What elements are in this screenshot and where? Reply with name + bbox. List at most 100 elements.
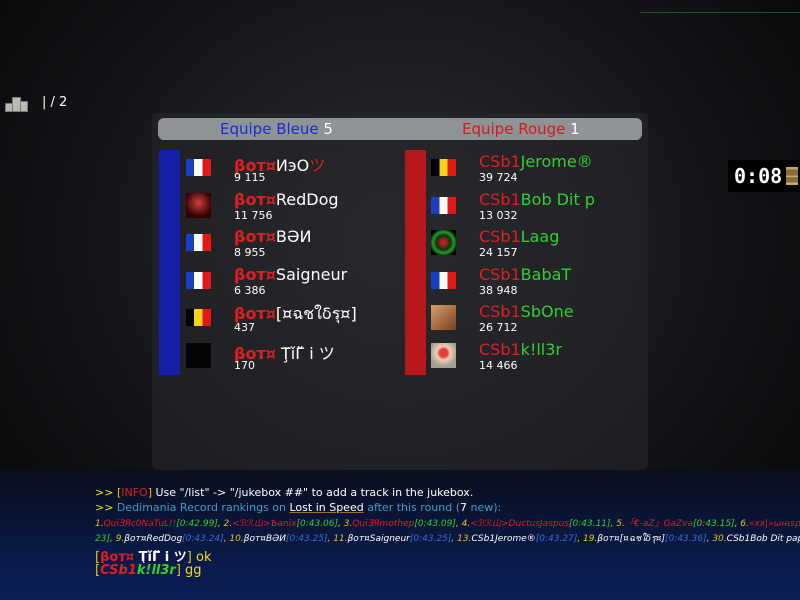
ranking-segment: βoт¤Saigneur (347, 534, 410, 544)
team-red-stripe (405, 150, 426, 375)
ranking-segment: βoт¤[¤ฉชใδรุ¤] (597, 534, 666, 544)
player-prefix: CSb1 (479, 152, 521, 171)
ranking-segment: 「€-aZ」GaZva (624, 519, 694, 529)
ranking-segment: [0:43.25] (409, 534, 452, 544)
player-name: βoт¤Saigneur (234, 265, 347, 284)
player-score: 9 115 (234, 171, 266, 184)
player-row: CSb1SbOne 26 712 (431, 300, 631, 337)
track-name: Lost in Speed (289, 501, 364, 514)
ranking-segment: , 19. (577, 534, 598, 544)
ranking-segment: «xx|»ωнιsρєя (748, 519, 800, 529)
player-score: 26 712 (479, 321, 518, 334)
ranking-segment: , 13. (451, 534, 472, 544)
ranking-segment: [0:43.15] (693, 519, 735, 529)
avatar (186, 192, 211, 218)
ranking-segment: [0:43.24] (182, 534, 224, 544)
chat-text: Use "/list" -> "/jukebox ##" to add a tr… (152, 486, 474, 499)
player-score: 437 (234, 321, 255, 334)
flag-belgium (186, 309, 211, 326)
player-score: 14 466 (479, 358, 518, 372)
chat-message: [βoт¤ Ţ̌ǐΓ̌ i ツ] ok (95, 546, 800, 563)
avatar (431, 230, 456, 255)
ranking-segment: [0:43.11] (569, 519, 611, 529)
player-row: βoт¤RedDog 11 756 (186, 188, 386, 225)
ranking-segment: <ℬℛ山>DuctusJaspus (470, 519, 569, 529)
player-prefix: CSb1 (479, 227, 521, 246)
player-row: βoт¤BƏИ 8 955 (186, 225, 386, 262)
ranking-segment: , 30. (706, 534, 727, 544)
scoreboard-header: Equipe Bleue 5 Equipe Rouge 1 (158, 118, 642, 140)
chat-text: after this round ( (363, 501, 461, 514)
ranking-segment: CSb1Bob Dit papy (726, 534, 800, 544)
ranking-segment: , 11. (327, 534, 348, 544)
player-nick: SbOne (520, 302, 574, 321)
player-score: 24 157 (479, 246, 518, 259)
player-row: CSb1Bob Dit p 13 032 (431, 188, 631, 225)
player-row: CSb1BabaT 38 948 (431, 263, 631, 300)
flag-france (431, 271, 456, 289)
player-score: 38 948 (479, 283, 518, 297)
player-score: 11 756 (234, 208, 273, 222)
round-timer: 0:08 (728, 160, 800, 192)
info-tag: INFO (121, 486, 148, 499)
podium-icon (5, 97, 28, 112)
team-red-score: 1 (570, 120, 580, 138)
ranking-segment: , 10. (223, 534, 244, 544)
chat-line-dedimania: >> Dedimania Record rankings on Lost in … (95, 501, 800, 516)
ranking-segment: 1. (95, 519, 104, 529)
flag-france (431, 196, 456, 214)
player-nick: [¤ฉชใδรุ¤] (275, 304, 357, 323)
player-nick: BabaT (520, 264, 572, 284)
ranking-segment: , 3. (338, 519, 353, 529)
player-row: CSb1k!ll3r 14 466 (431, 338, 631, 375)
ranking-segment: , 9. (109, 534, 125, 544)
avatar (431, 305, 456, 330)
player-nick: Saigneur (275, 264, 348, 284)
player-row: βoт¤Saigneur 6 386 (186, 263, 386, 300)
ranking-segment: <ℬℛ山>Ѣanix (232, 519, 297, 529)
player-prefix: CSb1 (479, 264, 521, 284)
flag-france (186, 234, 211, 251)
flag-france (186, 159, 211, 176)
player-nick: Ţ̌ǐΓ̌ i ツ (275, 343, 335, 363)
player-prefix: CSb1 (479, 339, 521, 359)
avatar (431, 342, 456, 368)
ranking-segment: , 4. (455, 519, 471, 529)
player-name: CSb1Laag (479, 227, 559, 246)
new-count: 7 (460, 501, 468, 514)
player-nick: BƏИ (275, 227, 312, 246)
player-row: CSb1Jerome® 39 724 (431, 150, 631, 187)
ranking-segment: , 6. (734, 519, 749, 529)
ranking-segment: βoт¤BƏИ (243, 534, 286, 544)
chat-arrow: >> (95, 501, 114, 514)
player-row: CSb1Laag 24 157 (431, 225, 631, 262)
position-indicator: | / 2 (42, 95, 68, 110)
player-row: βoт¤ Ţ̌ǐΓ̌ i ツ 170 (186, 338, 386, 375)
ranking-segment: QuiƎЯc0NaTuL!! (103, 519, 177, 529)
chat-arrow: >> (95, 486, 114, 499)
player-score: 13 032 (479, 208, 518, 222)
player-prefix: CSb1 (479, 189, 521, 209)
ranking-segment: [0:43.27] (535, 534, 578, 544)
hourglass-icon (786, 167, 799, 185)
player-score: 6 386 (234, 283, 266, 297)
player-prefix: βoт¤ (100, 550, 135, 563)
flag-france (186, 271, 211, 289)
ranking-segment: QuiƎЯmothep (352, 519, 415, 529)
team-blue-score: 5 (323, 120, 333, 138)
player-score: 170 (234, 358, 255, 372)
player-nick: k!ll3r (520, 339, 562, 359)
player-name: k!ll3r (136, 563, 176, 578)
player-nick: Laag (520, 227, 560, 246)
player-name: CSb1SbOne (479, 302, 574, 321)
ranking-segment: [0:43.06] (296, 519, 339, 529)
ranking-segment: [0:43.09] (414, 519, 456, 529)
ranking-segment: [0:43.36] (665, 534, 707, 544)
player-nick: Jerome® (520, 152, 593, 171)
ranking-segment: 23] (95, 534, 110, 544)
player-prefix: βoт¤ (234, 264, 276, 284)
message-text: ok (191, 550, 212, 563)
player-prefix: βoт¤ (234, 227, 276, 246)
player-name: CSb1Jerome® (479, 152, 593, 171)
player-name: CSb1k!ll3r (479, 340, 562, 359)
